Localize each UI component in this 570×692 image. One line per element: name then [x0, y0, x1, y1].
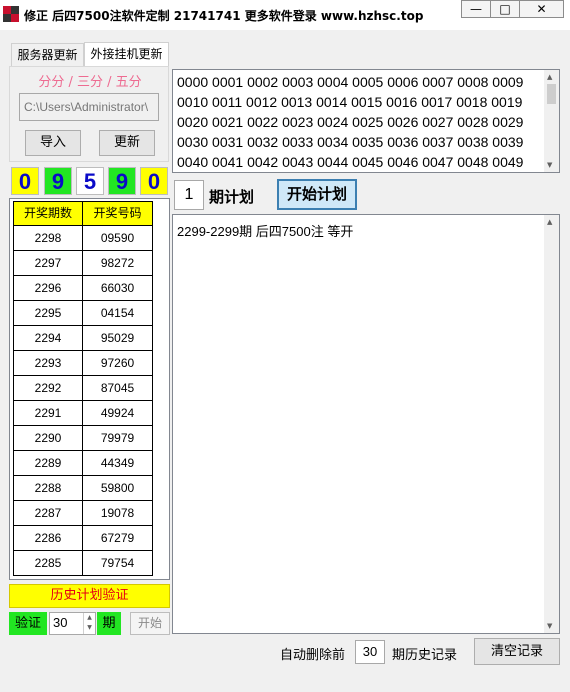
auto-delete-input[interactable]: 30 — [355, 640, 385, 664]
table-row[interactable]: 2294 95029 — [13, 326, 154, 351]
period-cell: 2294 — [13, 326, 83, 351]
plan-count-input[interactable]: 1 — [174, 180, 204, 210]
spin-up-icon[interactable]: ▲ — [84, 613, 95, 623]
period-cell: 2290 — [13, 426, 83, 451]
table-row[interactable]: 2289 44349 — [13, 451, 154, 476]
scroll-up-arrow-icon[interactable]: ▲ — [547, 73, 552, 81]
scroll-down-arrow-icon[interactable]: ▼ — [547, 622, 552, 630]
table-row[interactable]: 2286 67279 — [13, 526, 154, 551]
window-title: 修正 后四7500注软件定制 21741741 更多软件登录 www.hzhsc… — [24, 9, 424, 23]
scroll-up-arrow-icon[interactable]: ▲ — [547, 218, 552, 226]
close-button[interactable]: ✕ — [519, 0, 564, 18]
number-cell: 44349 — [83, 451, 153, 476]
period-cell: 2292 — [13, 376, 83, 401]
interval-options-label[interactable]: 分分 / 三分 / 五分 — [10, 71, 170, 90]
number-cell: 09590 — [83, 226, 153, 251]
table-row[interactable]: 2285 79754 — [13, 551, 154, 576]
latest-digit-1: 0 — [11, 167, 39, 195]
tab-server-update[interactable]: 服务器更新 — [11, 43, 84, 67]
verify-periods-value[interactable]: 30 — [53, 615, 67, 630]
latest-digit-3: 5 — [76, 167, 104, 195]
verify-periods-stepper[interactable]: 30 ▲ ▼ — [49, 612, 96, 635]
table-row[interactable]: 2291 49924 — [13, 401, 154, 426]
number-cell: 97260 — [83, 351, 153, 376]
period-cell: 2296 — [13, 276, 83, 301]
period-cell: 2297 — [13, 251, 83, 276]
number-cell: 95029 — [83, 326, 153, 351]
column-header-period: 开奖期数 — [13, 201, 83, 226]
number-cell: 66030 — [83, 276, 153, 301]
table-row[interactable]: 2293 97260 — [13, 351, 154, 376]
period-cell: 2289 — [13, 451, 83, 476]
period-cell: 2287 — [13, 501, 83, 526]
period-label: 期 — [97, 612, 121, 635]
period-cell: 2285 — [13, 551, 83, 576]
latest-digit-5: 0 — [140, 167, 168, 195]
maximize-button[interactable]: □ — [490, 0, 519, 18]
number-cell: 59800 — [83, 476, 153, 501]
stepper-arrows[interactable]: ▲ ▼ — [83, 613, 95, 634]
table-row[interactable]: 2288 59800 — [13, 476, 154, 501]
update-button[interactable]: 更新 — [99, 130, 155, 156]
number-cell: 79979 — [83, 426, 153, 451]
scroll-thumb[interactable] — [547, 84, 556, 104]
history-verify-button[interactable]: 历史计划验证 — [9, 584, 170, 608]
numbers-scrollbar[interactable]: ▲ ▼ — [544, 70, 559, 172]
plan-label: 期计划 — [209, 188, 255, 206]
period-cell: 2286 — [13, 526, 83, 551]
table-row[interactable]: 2298 09590 — [13, 226, 154, 251]
table-row[interactable]: 2295 04154 — [13, 301, 154, 326]
numbers-textarea[interactable]: 0000 0001 0002 0003 0004 0005 0006 0007 … — [172, 69, 560, 173]
table-row[interactable]: 2287 19078 — [13, 501, 154, 526]
table-row[interactable]: 2290 79979 — [13, 426, 154, 451]
update-panel: 分分 / 三分 / 五分 C:\Users\Administrator\ 导入 … — [9, 66, 169, 162]
log-line: 2299-2299期 后四7500注 等开 — [177, 224, 354, 239]
auto-delete-label: 自动删除前 — [280, 648, 346, 663]
minimize-button[interactable]: — — [461, 0, 490, 18]
period-cell: 2293 — [13, 351, 83, 376]
number-cell: 19078 — [83, 501, 153, 526]
start-verify-button[interactable]: 开始 — [130, 612, 170, 635]
table-row[interactable]: 2292 87045 — [13, 376, 154, 401]
number-cell: 98272 — [83, 251, 153, 276]
period-cell: 2291 — [13, 401, 83, 426]
latest-digit-4: 9 — [108, 167, 136, 195]
number-cell: 79754 — [83, 551, 153, 576]
table-row[interactable]: 2297 98272 — [13, 251, 154, 276]
start-plan-button[interactable]: 开始计划 — [277, 179, 357, 210]
log-scrollbar[interactable]: ▲ ▼ — [544, 215, 559, 633]
numbers-text[interactable]: 0000 0001 0002 0003 0004 0005 0006 0007 … — [177, 72, 545, 172]
number-cell: 04154 — [83, 301, 153, 326]
number-cell: 49924 — [83, 401, 153, 426]
column-header-number: 开奖号码 — [83, 201, 153, 226]
table-header: 开奖期数 开奖号码 — [13, 201, 153, 226]
table-body: 2298 09590 2297 98272 2296 66030 2295 04154 2294… — [13, 226, 154, 576]
import-button[interactable]: 导入 — [25, 130, 81, 156]
tab-external-update[interactable]: 外接挂机更新 — [84, 42, 169, 67]
period-cell: 2295 — [13, 301, 83, 326]
spin-down-icon[interactable]: ▼ — [84, 623, 95, 633]
title-bar: 修正 后四7500注软件定制 21741741 更多软件登录 www.hzhsc… — [0, 0, 570, 30]
period-cell: 2288 — [13, 476, 83, 501]
path-field[interactable]: C:\Users\Administrator\ — [19, 93, 159, 121]
table-row[interactable]: 2296 66030 — [13, 276, 154, 301]
number-cell: 87045 — [83, 376, 153, 401]
plan-log[interactable]: 2299-2299期 后四7500注 等开 ▲ ▼ — [172, 214, 560, 634]
verify-label: 验证 — [9, 612, 47, 635]
period-cell: 2298 — [13, 226, 83, 251]
history-suffix-label: 期历史记录 — [392, 648, 458, 663]
latest-digit-2: 9 — [44, 167, 72, 195]
app-logo-icon — [3, 6, 19, 22]
draw-table[interactable]: 开奖期数 开奖号码 2298 09590 2297 98272 2296 66030 229… — [9, 198, 170, 580]
number-cell: 67279 — [83, 526, 153, 551]
clear-records-button[interactable]: 清空记录 — [474, 638, 560, 665]
scroll-down-arrow-icon[interactable]: ▼ — [547, 161, 552, 169]
